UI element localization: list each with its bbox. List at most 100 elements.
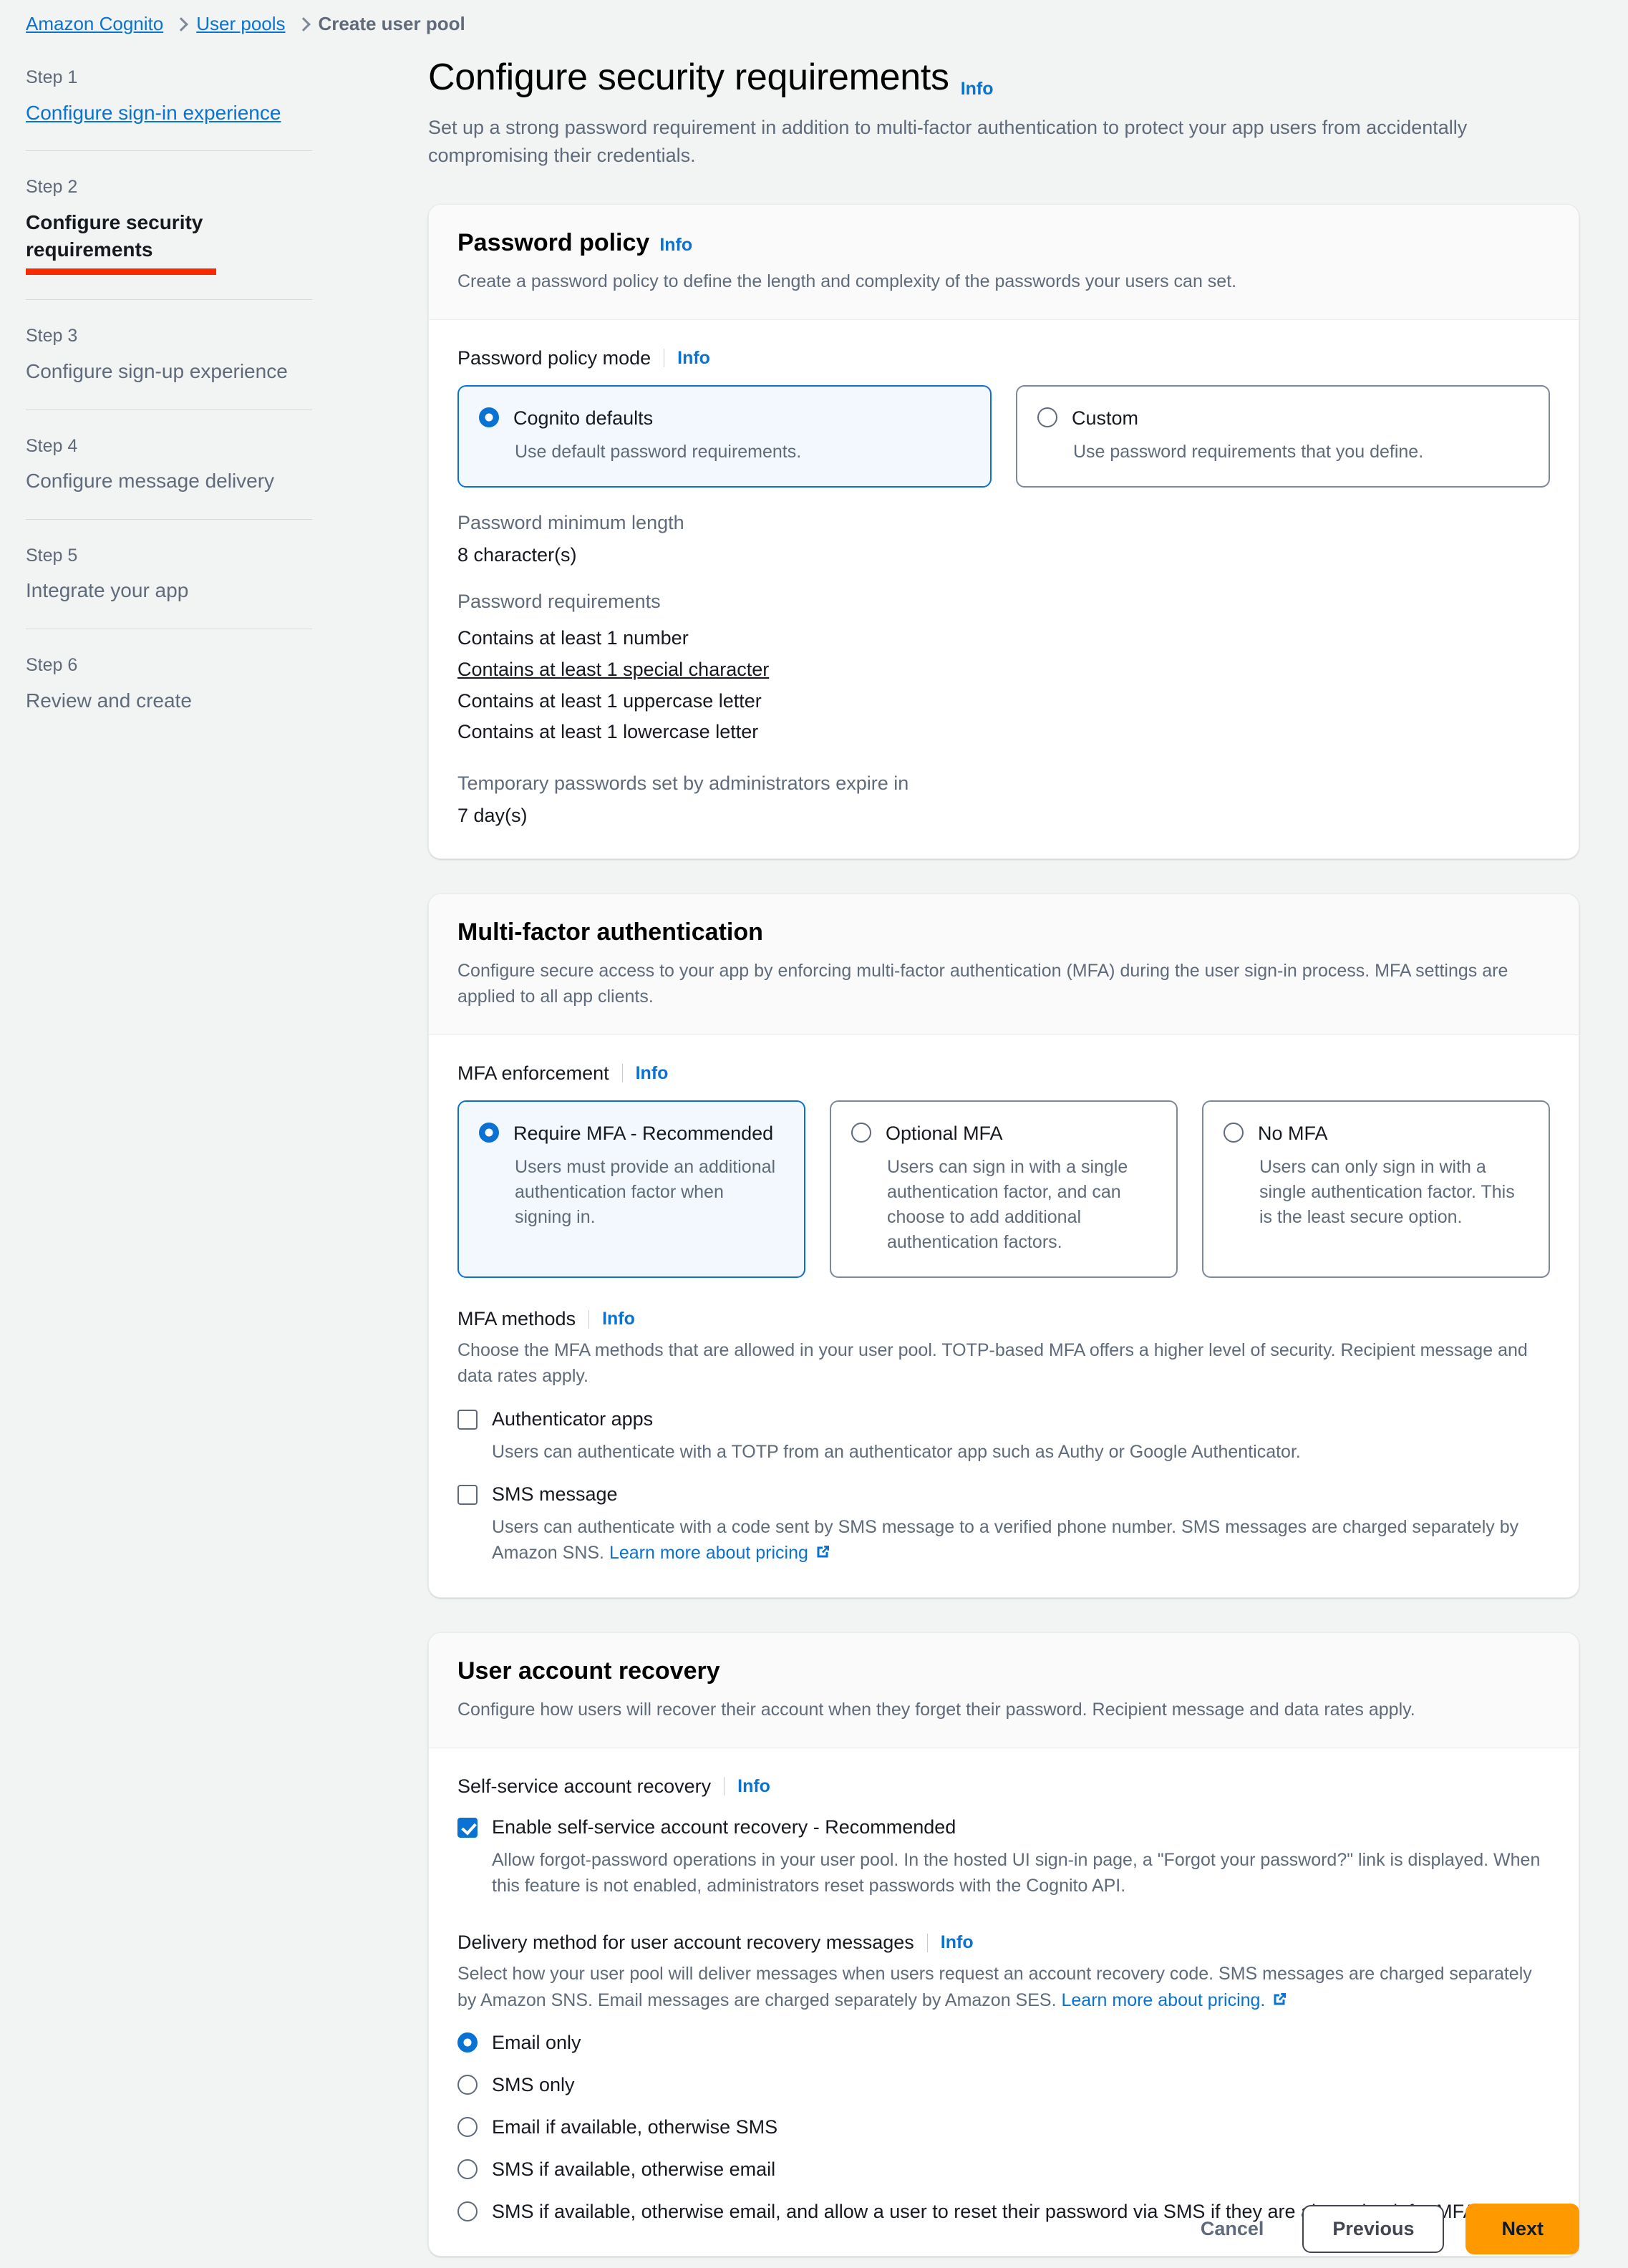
authenticator-apps-description: Users can authenticate with a TOTP from …	[492, 1441, 1301, 1462]
step-number: Step 2	[26, 177, 78, 198]
mfa-enforcement-tiles: Require MFA - Recommended Users must pro…	[457, 1100, 1550, 1279]
external-link-icon[interactable]	[814, 1542, 831, 1559]
next-button[interactable]: Next	[1465, 2204, 1579, 2254]
password-policy-title: Password policy	[457, 229, 650, 257]
password-policy-mode-info-link[interactable]: Info	[677, 349, 710, 367]
radio-row-sms-if-available[interactable]: SMS if available, otherwise email	[457, 2157, 1550, 2182]
step-number: Step 4	[26, 435, 78, 456]
tile-label: Require MFA - Recommended	[513, 1122, 774, 1144]
step-title-configure-security-requirements: Configure security requirements	[26, 210, 203, 261]
delivery-pricing-link[interactable]: Learn more about pricing.	[1061, 1990, 1265, 2010]
radio-label: Email only	[492, 2031, 581, 2053]
tile-label: No MFA	[1258, 1122, 1328, 1144]
checkbox-sms-message[interactable]	[457, 1484, 478, 1505]
step-title-configure-message-delivery: Configure message delivery	[26, 470, 275, 493]
radio-sms-only[interactable]	[457, 2074, 478, 2095]
radio-email-if-available[interactable]	[457, 2117, 478, 2137]
radio-row-email-if-available[interactable]: Email if available, otherwise SMS	[457, 2115, 1550, 2140]
previous-button[interactable]: Previous	[1302, 2205, 1445, 2253]
mfa-title: Multi-factor authentication	[457, 919, 763, 946]
create-user-pool-page: Amazon Cognito User pools Create user po…	[0, 0, 1628, 2268]
breadcrumb-item-create-user-pool: Create user pool	[318, 13, 465, 34]
requirement-item: Contains at least 1 uppercase letter	[457, 689, 762, 712]
radio-cognito-defaults[interactable]	[479, 407, 499, 427]
checkbox-enable-self-service-recovery[interactable]	[457, 1817, 478, 1838]
step-title-review-and-create: Review and create	[26, 689, 192, 712]
tile-label: Custom	[1072, 407, 1139, 429]
radio-no-mfa[interactable]	[1224, 1122, 1244, 1143]
sidebar-step-5[interactable]: Step 5 Integrate your app	[26, 544, 312, 630]
cancel-button[interactable]: Cancel	[1183, 2205, 1281, 2253]
delivery-method-info-link[interactable]: Info	[941, 1934, 974, 1952]
checkbox-row-sms-message[interactable]: SMS message	[457, 1482, 1550, 1507]
sidebar-step-6[interactable]: Step 6 Review and create	[26, 654, 312, 714]
mfa-methods-info-link[interactable]: Info	[602, 1310, 635, 1328]
password-policy-header: Password policy Info Create a password p…	[429, 205, 1579, 320]
step-number: Step 6	[26, 655, 78, 676]
user-account-recovery-card: User account recovery Configure how user…	[428, 1632, 1579, 2257]
requirement-item: Contains at least 1 special character	[457, 658, 770, 680]
radio-custom[interactable]	[1037, 407, 1057, 427]
self-service-recovery-label-row: Self-service account recovery Info	[457, 1775, 1550, 1798]
requirement-item: Contains at least 1 number	[457, 627, 689, 649]
mfa-methods-help: Choose the MFA methods that are allowed …	[457, 1340, 1528, 1387]
tile-require-mfa[interactable]: Require MFA - Recommended Users must pro…	[457, 1100, 805, 1279]
checkbox-row-authenticator-apps[interactable]: Authenticator apps	[457, 1407, 1550, 1432]
active-step-highlight	[26, 268, 216, 276]
chevron-right-icon	[297, 16, 307, 32]
sidebar-step-2[interactable]: Step 2 Configure security requirements	[26, 175, 312, 301]
page-title-row: Configure security requirements Info	[428, 57, 1579, 98]
mfa-header: Multi-factor authentication Configure se…	[429, 894, 1579, 1035]
radio-require-mfa[interactable]	[479, 1122, 499, 1143]
radio-label: Email if available, otherwise SMS	[492, 2116, 778, 2138]
mfa-enforcement-info-link[interactable]: Info	[636, 1064, 669, 1082]
step-title-configure-sign-up-experience: Configure sign-up experience	[26, 359, 288, 382]
sms-message-description: Users can authenticate with a code sent …	[492, 1514, 1550, 1566]
divider	[621, 1064, 623, 1083]
sidebar-step-3[interactable]: Step 3 Configure sign-up experience	[26, 324, 312, 410]
checkbox-row-enable-self-service-recovery[interactable]: Enable self-service account recovery - R…	[457, 1815, 1550, 1840]
external-link-icon[interactable]	[1271, 1990, 1288, 2007]
tile-custom[interactable]: Custom Use password requirements that yo…	[1016, 384, 1550, 488]
recovery-body: Self-service account recovery Info Enabl…	[429, 1748, 1579, 2257]
radio-email-only[interactable]	[457, 2032, 478, 2053]
sms-pricing-link[interactable]: Learn more about pricing	[609, 1543, 808, 1563]
divider	[26, 150, 312, 152]
password-policy-body: Password policy mode Info Cognito defaul…	[429, 319, 1579, 859]
page-title: Configure security requirements	[428, 57, 949, 98]
password-policy-mode-label: Password policy mode	[457, 346, 651, 369]
requirement-item: Contains at least 1 lowercase letter	[457, 721, 759, 743]
radio-row-email-only[interactable]: Email only	[457, 2030, 1550, 2055]
tile-description: Users can sign in with a single authenti…	[887, 1157, 1128, 1253]
password-requirements-list: Contains at least 1 number Contains at l…	[457, 623, 1550, 748]
temporary-password-expiry-value: 7 day(s)	[457, 805, 528, 827]
divider	[26, 518, 312, 520]
radio-label: SMS only	[492, 2073, 575, 2095]
tile-cognito-defaults[interactable]: Cognito defaults Use default password re…	[457, 384, 992, 488]
sidebar-step-1[interactable]: Step 1 Configure sign-in experience	[26, 66, 312, 152]
tile-no-mfa[interactable]: No MFA Users can only sign in with a sin…	[1202, 1100, 1550, 1279]
sidebar-step-4[interactable]: Step 4 Configure message delivery	[26, 435, 312, 520]
delivery-method-label: Delivery method for user account recover…	[457, 1932, 914, 1954]
recovery-header: User account recovery Configure how user…	[429, 1633, 1579, 1748]
divider	[926, 1933, 928, 1952]
breadcrumb-item-amazon-cognito[interactable]: Amazon Cognito	[26, 13, 163, 35]
page-info-link[interactable]: Info	[961, 80, 994, 98]
divider	[724, 1777, 725, 1796]
checkbox-authenticator-apps[interactable]	[457, 1409, 478, 1430]
password-policy-info-link[interactable]: Info	[659, 236, 692, 254]
radio-row-sms-only[interactable]: SMS only	[457, 2073, 1550, 2098]
delivery-method-label-row: Delivery method for user account recover…	[457, 1932, 1550, 1954]
password-policy-mode-label-row: Password policy mode Info	[457, 347, 1550, 369]
radio-optional-mfa[interactable]	[851, 1122, 871, 1143]
tile-label: Cognito defaults	[513, 407, 654, 429]
password-policy-description: Create a password policy to define the l…	[457, 271, 1237, 292]
self-service-recovery-info-link[interactable]: Info	[737, 1777, 770, 1796]
radio-label: SMS if available, otherwise email	[492, 2158, 776, 2181]
step-title-configure-sign-in-experience[interactable]: Configure sign-in experience	[26, 100, 312, 127]
breadcrumb-item-user-pools[interactable]: User pools	[196, 13, 285, 35]
tile-label: Optional MFA	[886, 1122, 1003, 1144]
self-service-recovery-label: Self-service account recovery	[457, 1775, 712, 1797]
tile-optional-mfa[interactable]: Optional MFA Users can sign in with a si…	[830, 1100, 1178, 1279]
radio-sms-if-available[interactable]	[457, 2159, 478, 2180]
